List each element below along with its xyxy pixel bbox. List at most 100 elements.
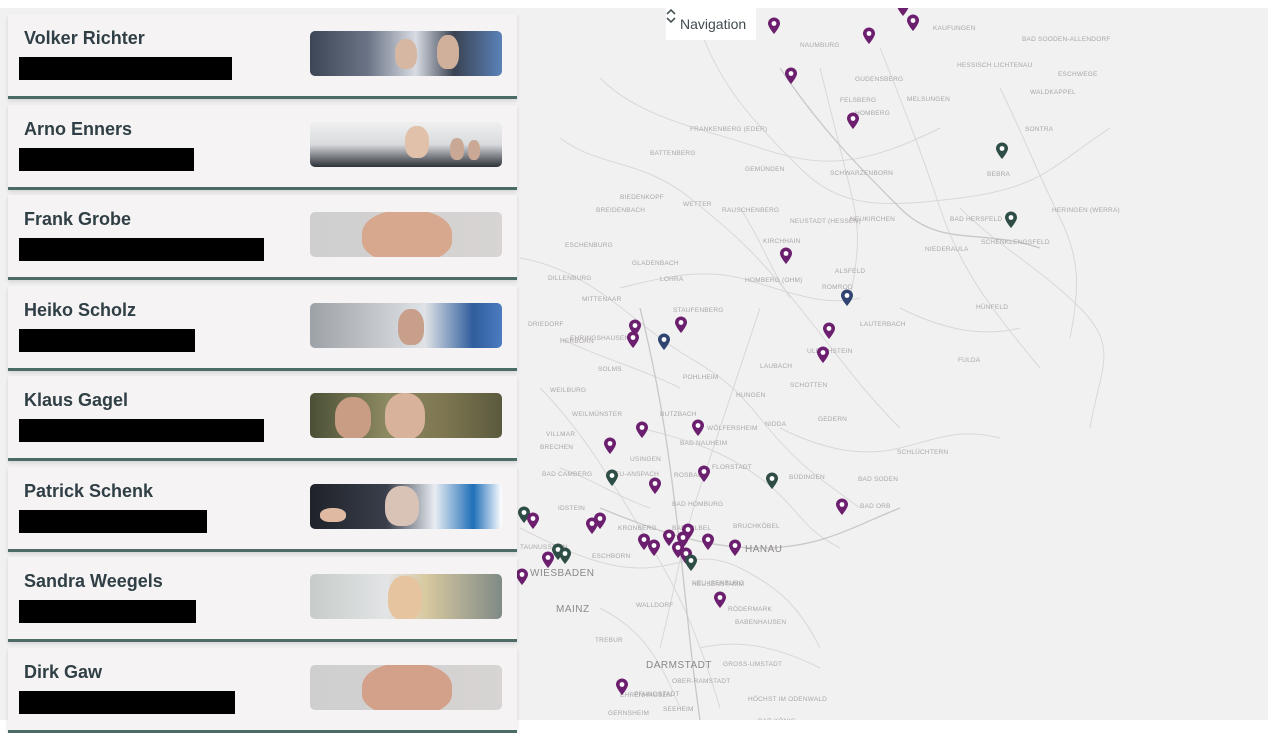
map-place-label: Walldorf (636, 602, 674, 609)
person-name: Arno Enners (24, 119, 133, 139)
map-place-label: Naumburg (800, 42, 840, 49)
map-pin-icon[interactable] (835, 498, 849, 516)
person-card[interactable]: Heiko Scholz (8, 286, 517, 371)
map-pin-icon[interactable] (605, 469, 619, 487)
map-place-label: Wölfersheim (707, 425, 758, 432)
map-place-label: Melsungen (907, 96, 950, 103)
map-place-label: Frankenberg (Eder) (690, 126, 768, 133)
photo-face-shape (362, 665, 452, 710)
map-place-label: Florstadt (712, 464, 752, 471)
map-pin-icon[interactable] (995, 142, 1009, 160)
map-place-label: Driedorf (528, 321, 564, 328)
map-place-label: Seeheim (663, 706, 694, 713)
map-place-label: Usingen (630, 456, 662, 463)
map-pin-icon[interactable] (684, 554, 698, 572)
map-place-label: Homberg (Ohm) (745, 277, 803, 284)
map-pin-icon[interactable] (1004, 211, 1018, 229)
person-card[interactable]: Volker Richter (8, 14, 517, 99)
map-pin-icon[interactable] (840, 289, 854, 307)
map-place-label: Nidda (765, 421, 787, 428)
map-place-label: Biedenkopf (620, 194, 664, 201)
map-place-label: Homberg (855, 110, 890, 117)
map-place-label: Bad Nauheim (680, 440, 728, 447)
person-card[interactable]: Sandra Weegels (8, 557, 517, 642)
map-pin-icon[interactable] (691, 419, 705, 437)
map-place-label: Eschwege (1058, 71, 1098, 78)
map-pin-icon[interactable] (674, 316, 688, 334)
map-place-label: Rödermark (728, 606, 773, 613)
map-pin-icon[interactable] (558, 547, 572, 565)
map-pin-icon[interactable] (626, 331, 640, 349)
map-place-label: Fulda (958, 357, 981, 364)
map-place-label: Gladenbach (632, 260, 679, 267)
map-place-label: Battenberg (650, 150, 696, 157)
map-pin-icon[interactable] (862, 27, 876, 45)
map-place-label: Weilmünster (572, 411, 623, 418)
person-name: Volker Richter (24, 28, 145, 48)
map-pin-icon[interactable] (697, 465, 711, 483)
map-place-label: Büdingen (789, 474, 825, 481)
map-pin-icon[interactable] (648, 477, 662, 495)
person-card[interactable]: Patrick Schenk (8, 467, 517, 552)
map-pin-icon[interactable] (526, 512, 540, 530)
map-place-label: Waldkappel (1030, 89, 1076, 96)
map-place-label: Bad Soden (858, 476, 899, 483)
map-place-label: Mainz (556, 604, 590, 615)
map-pin-icon[interactable] (701, 533, 715, 551)
navigation-label: Navigation (680, 16, 747, 32)
map-pin-icon[interactable] (647, 539, 661, 557)
map-place-label: Staufenberg (673, 307, 724, 314)
map-place-label: Trebur (595, 637, 623, 644)
map-pin-icon[interactable] (767, 17, 781, 35)
person-photo-thumbnail (310, 31, 502, 76)
map-place-label: Heringen (Werra) (1052, 207, 1120, 214)
map-place-label: Hungen (736, 392, 766, 399)
redaction-bar (19, 419, 264, 442)
map-pin-icon[interactable] (603, 437, 617, 455)
map-pin-icon[interactable] (822, 322, 836, 340)
navigation-toggle[interactable]: Navigation (666, 8, 757, 40)
map-place-label: Niederaula (925, 246, 969, 253)
person-card[interactable]: Arno Enners (8, 105, 517, 190)
person-photo-thumbnail (310, 665, 502, 710)
photo-face-shape (450, 138, 464, 160)
map-place-label: Schwarzenborn (830, 170, 894, 177)
map-place-label: Kirchhain (763, 238, 801, 245)
photo-face-shape (335, 397, 371, 438)
map-pin-icon[interactable] (713, 591, 727, 609)
map-pin-icon[interactable] (896, 8, 910, 17)
photo-face-shape (468, 140, 480, 160)
person-card[interactable]: Klaus Gagel (8, 376, 517, 461)
map-pin-icon[interactable] (635, 421, 649, 439)
map-pin-icon[interactable] (765, 472, 779, 490)
person-name: Patrick Schenk (24, 481, 154, 501)
person-name: Klaus Gagel (24, 390, 129, 410)
map-place-label: Babenhausen (735, 619, 787, 626)
map-place-label: Eschborn (592, 553, 631, 560)
map-pin-icon[interactable] (593, 512, 607, 530)
map-place-label: Schlüchtern (897, 449, 949, 456)
map-pin-icon[interactable] (657, 333, 671, 351)
map-place-label: Brechen (540, 444, 574, 451)
map-place-label: Idstein (558, 505, 586, 512)
map-pin-icon[interactable] (728, 539, 742, 557)
map-pin-icon[interactable] (615, 678, 629, 696)
map-place-label: Weilburg (550, 387, 587, 394)
map-place-label: Heusenstamm (692, 581, 745, 588)
map-place-label: Felsberg (840, 97, 877, 104)
map-place-label: Sontra (1025, 126, 1054, 133)
map-pin-icon[interactable] (515, 568, 529, 586)
map-place-label: Breidenbach (596, 207, 646, 214)
photo-face-shape (385, 486, 419, 526)
map-pin-icon[interactable] (816, 346, 830, 364)
map-place-label: Ehringshausen (570, 335, 630, 342)
person-card[interactable]: Frank Grobe (8, 195, 517, 280)
map-pin-icon[interactable] (779, 247, 793, 265)
redaction-bar (19, 600, 196, 623)
map-pin-icon[interactable] (846, 112, 860, 130)
person-card[interactable]: Dirk Gaw (8, 648, 517, 733)
map-pin-icon[interactable] (784, 67, 798, 85)
map-place-label: Gedern (818, 416, 848, 423)
map-place-label: Mittenaar (582, 296, 622, 303)
map-place-label: Laubach (760, 363, 793, 370)
